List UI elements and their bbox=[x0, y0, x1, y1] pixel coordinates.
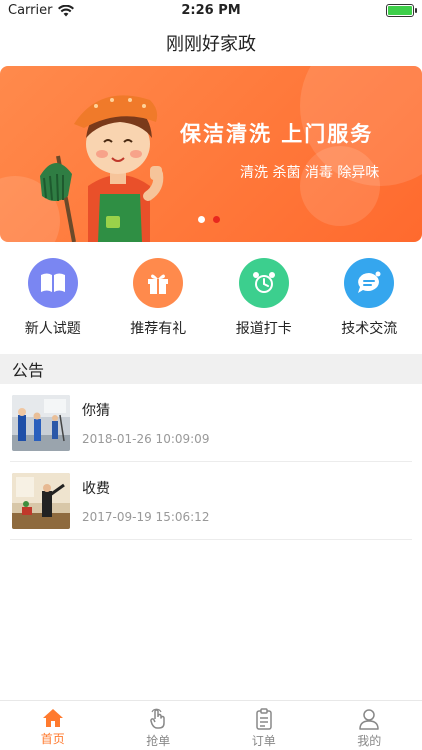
tab-home[interactable]: 首页 bbox=[0, 701, 106, 750]
cleaning-lady-illustration bbox=[40, 95, 164, 242]
page-title: 刚刚好家政 bbox=[166, 34, 256, 55]
banner-carousel[interactable]: 保洁清洗 上门服务 清洗 杀菌 消毒 除异味 bbox=[0, 66, 422, 242]
news-thumbnail bbox=[12, 472, 70, 529]
quick-menu-tech-exchange[interactable]: 技术交流 bbox=[317, 258, 422, 344]
battery-indicator bbox=[386, 4, 417, 17]
quick-menu-label: 新人试题 bbox=[24, 321, 81, 337]
announcement-header: 公告 bbox=[0, 354, 422, 384]
tab-profile[interactable]: 我的 bbox=[317, 701, 422, 750]
news-text: 收费 2017-09-19 15:06:12 bbox=[82, 478, 209, 524]
news-date: 2018-01-26 10:09:09 bbox=[82, 431, 210, 446]
tab-label: 我的 bbox=[357, 734, 382, 748]
alarm-clock-icon bbox=[238, 258, 289, 308]
book-icon bbox=[27, 258, 78, 308]
quick-menu-label: 推荐有礼 bbox=[130, 321, 187, 337]
tab-grab-order[interactable]: 抢单 bbox=[106, 701, 212, 750]
list-item[interactable]: 收费 2017-09-19 15:06:12 bbox=[10, 462, 412, 540]
tab-label: 抢单 bbox=[146, 734, 171, 748]
gift-icon bbox=[133, 258, 184, 308]
clipboard-icon bbox=[256, 708, 272, 730]
list-item[interactable]: 你猜 2018-01-26 10:09:09 bbox=[10, 384, 412, 462]
status-bar: Carrier 2:26 PM bbox=[0, 0, 422, 22]
tab-label: 首页 bbox=[40, 732, 65, 746]
tab-bar: 首页 抢单 订单 我的 bbox=[0, 700, 422, 750]
tab-orders[interactable]: 订单 bbox=[211, 701, 317, 750]
news-date: 2017-09-19 15:06:12 bbox=[82, 509, 210, 524]
carousel-dot-active[interactable] bbox=[213, 216, 220, 223]
section-title: 公告 bbox=[12, 361, 45, 380]
clock: 2:26 PM bbox=[181, 3, 241, 18]
nav-bar: 刚刚好家政 bbox=[0, 22, 422, 64]
quick-menu: 新人试题 推荐有礼 报道打卡 技术交流 bbox=[0, 258, 422, 344]
news-text: 你猜 2018-01-26 10:09:09 bbox=[82, 400, 209, 446]
quick-menu-label: 报道打卡 bbox=[235, 321, 292, 337]
chat-bubble-icon bbox=[344, 258, 395, 308]
announcement-list: 你猜 2018-01-26 10:09:09 收费 2017-09-19 15:… bbox=[0, 384, 422, 540]
carousel-dot[interactable] bbox=[198, 216, 205, 223]
home-icon bbox=[42, 709, 63, 727]
quick-menu-check-in[interactable]: 报道打卡 bbox=[211, 258, 317, 344]
carousel-page-indicator[interactable] bbox=[198, 216, 220, 223]
quick-menu-referral-gift[interactable]: 推荐有礼 bbox=[106, 258, 212, 344]
news-title: 收费 bbox=[82, 480, 110, 497]
tap-hand-icon bbox=[150, 708, 165, 729]
quick-menu-newcomer-quiz[interactable]: 新人试题 bbox=[0, 258, 106, 344]
banner-subline: 清洗 杀菌 消毒 除异味 bbox=[240, 165, 380, 181]
news-title: 你猜 bbox=[82, 402, 110, 419]
user-icon bbox=[359, 709, 379, 730]
news-thumbnail bbox=[12, 394, 70, 451]
banner-headline: 保洁清洗 上门服务 bbox=[180, 122, 374, 146]
battery-icon bbox=[386, 4, 417, 17]
quick-menu-label: 技术交流 bbox=[341, 321, 398, 337]
tab-label: 订单 bbox=[251, 734, 276, 748]
